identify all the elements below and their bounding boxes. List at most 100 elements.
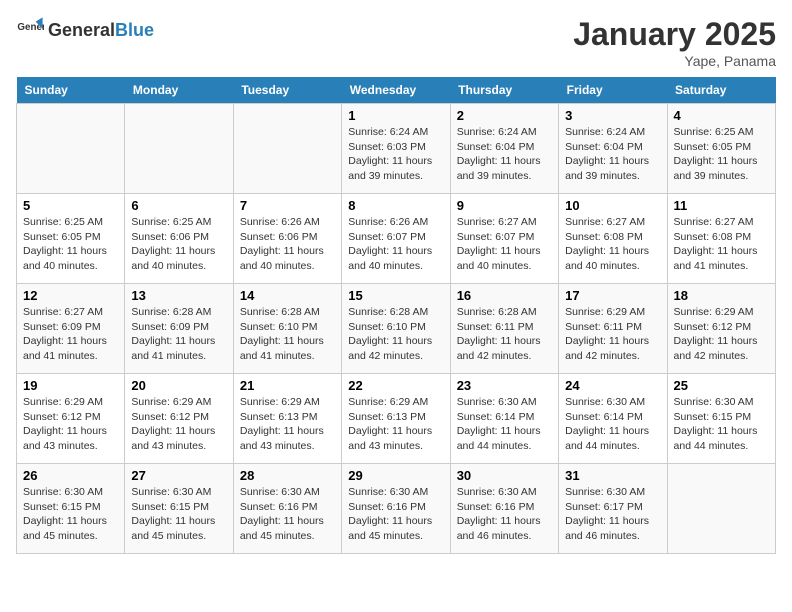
day-number: 8 xyxy=(348,198,443,213)
table-row: 18 Sunrise: 6:29 AM Sunset: 6:12 PM Dayli… xyxy=(667,284,775,374)
table-row: 8 Sunrise: 6:26 AM Sunset: 6:07 PM Daylig… xyxy=(342,194,450,284)
col-friday: Friday xyxy=(559,77,667,104)
day-info: Sunrise: 6:28 AM Sunset: 6:10 PM Dayligh… xyxy=(348,305,443,364)
table-row xyxy=(667,464,775,554)
day-info: Sunrise: 6:27 AM Sunset: 6:08 PM Dayligh… xyxy=(565,215,660,274)
title-block: January 2025 Yape, Panama xyxy=(573,16,776,69)
day-info: Sunrise: 6:24 AM Sunset: 6:04 PM Dayligh… xyxy=(457,125,552,184)
day-number: 16 xyxy=(457,288,552,303)
table-row: 15 Sunrise: 6:28 AM Sunset: 6:10 PM Dayli… xyxy=(342,284,450,374)
day-number: 21 xyxy=(240,378,335,393)
page-header: General GeneralBlue January 2025 Yape, P… xyxy=(16,16,776,69)
table-row: 3 Sunrise: 6:24 AM Sunset: 6:04 PM Daylig… xyxy=(559,104,667,194)
day-number: 1 xyxy=(348,108,443,123)
day-info: Sunrise: 6:30 AM Sunset: 6:17 PM Dayligh… xyxy=(565,485,660,544)
day-info: Sunrise: 6:28 AM Sunset: 6:10 PM Dayligh… xyxy=(240,305,335,364)
day-info: Sunrise: 6:25 AM Sunset: 6:05 PM Dayligh… xyxy=(23,215,118,274)
table-row: 10 Sunrise: 6:27 AM Sunset: 6:08 PM Dayli… xyxy=(559,194,667,284)
day-info: Sunrise: 6:29 AM Sunset: 6:13 PM Dayligh… xyxy=(240,395,335,454)
day-number: 13 xyxy=(131,288,226,303)
day-number: 29 xyxy=(348,468,443,483)
table-row: 16 Sunrise: 6:28 AM Sunset: 6:11 PM Dayli… xyxy=(450,284,558,374)
table-row: 6Sunrise: 6:25 AM Sunset: 6:06 PM Daylig… xyxy=(125,194,233,284)
day-info: Sunrise: 6:26 AM Sunset: 6:06 PM Dayligh… xyxy=(240,215,335,274)
table-row: 30 Sunrise: 6:30 AM Sunset: 6:16 PM Dayli… xyxy=(450,464,558,554)
day-info: Sunrise: 6:28 AM Sunset: 6:09 PM Dayligh… xyxy=(131,305,226,364)
day-info: Sunrise: 6:30 AM Sunset: 6:16 PM Dayligh… xyxy=(240,485,335,544)
day-number: 12 xyxy=(23,288,118,303)
day-info: Sunrise: 6:26 AM Sunset: 6:07 PM Dayligh… xyxy=(348,215,443,274)
calendar-header-row: Sunday Monday Tuesday Wednesday Thursday… xyxy=(17,77,776,104)
day-number: 24 xyxy=(565,378,660,393)
col-sunday: Sunday xyxy=(17,77,125,104)
day-info: Sunrise: 6:27 AM Sunset: 6:08 PM Dayligh… xyxy=(674,215,769,274)
day-number: 30 xyxy=(457,468,552,483)
day-info: Sunrise: 6:27 AM Sunset: 6:07 PM Dayligh… xyxy=(457,215,552,274)
day-number: 11 xyxy=(674,198,769,213)
day-info: Sunrise: 6:30 AM Sunset: 6:14 PM Dayligh… xyxy=(457,395,552,454)
day-info: Sunrise: 6:30 AM Sunset: 6:14 PM Dayligh… xyxy=(565,395,660,454)
calendar-table: Sunday Monday Tuesday Wednesday Thursday… xyxy=(16,77,776,554)
day-info: Sunrise: 6:29 AM Sunset: 6:12 PM Dayligh… xyxy=(131,395,226,454)
table-row: 25 Sunrise: 6:30 AM Sunset: 6:15 PM Dayli… xyxy=(667,374,775,464)
table-row: 20Sunrise: 6:29 AM Sunset: 6:12 PM Dayli… xyxy=(125,374,233,464)
table-row: 2 Sunrise: 6:24 AM Sunset: 6:04 PM Daylig… xyxy=(450,104,558,194)
table-row: 28 Sunrise: 6:30 AM Sunset: 6:16 PM Dayli… xyxy=(233,464,341,554)
table-row xyxy=(17,104,125,194)
day-number: 17 xyxy=(565,288,660,303)
day-info: Sunrise: 6:29 AM Sunset: 6:13 PM Dayligh… xyxy=(348,395,443,454)
day-info: Sunrise: 6:24 AM Sunset: 6:04 PM Dayligh… xyxy=(565,125,660,184)
table-row: 21 Sunrise: 6:29 AM Sunset: 6:13 PM Dayli… xyxy=(233,374,341,464)
day-info: Sunrise: 6:29 AM Sunset: 6:12 PM Dayligh… xyxy=(23,395,118,454)
day-number: 3 xyxy=(565,108,660,123)
logo-general: General xyxy=(48,20,115,40)
col-wednesday: Wednesday xyxy=(342,77,450,104)
day-number: 23 xyxy=(457,378,552,393)
day-number: 9 xyxy=(457,198,552,213)
day-info: Sunrise: 6:25 AM Sunset: 6:05 PM Dayligh… xyxy=(674,125,769,184)
logo-blue: Blue xyxy=(115,20,154,40)
day-number: 14 xyxy=(240,288,335,303)
day-info: Sunrise: 6:29 AM Sunset: 6:12 PM Dayligh… xyxy=(674,305,769,364)
calendar-week-row: 12 Sunrise: 6:27 AM Sunset: 6:09 PM Dayli… xyxy=(17,284,776,374)
day-info: Sunrise: 6:30 AM Sunset: 6:15 PM Dayligh… xyxy=(131,485,226,544)
day-info: Sunrise: 6:27 AM Sunset: 6:09 PM Dayligh… xyxy=(23,305,118,364)
calendar-week-row: 1Sunrise: 6:24 AM Sunset: 6:03 PM Daylig… xyxy=(17,104,776,194)
day-number: 25 xyxy=(674,378,769,393)
table-row: 11 Sunrise: 6:27 AM Sunset: 6:08 PM Dayli… xyxy=(667,194,775,284)
day-number: 27 xyxy=(131,468,226,483)
day-info: Sunrise: 6:30 AM Sunset: 6:16 PM Dayligh… xyxy=(348,485,443,544)
day-number: 2 xyxy=(457,108,552,123)
day-number: 6 xyxy=(131,198,226,213)
day-info: Sunrise: 6:29 AM Sunset: 6:11 PM Dayligh… xyxy=(565,305,660,364)
col-tuesday: Tuesday xyxy=(233,77,341,104)
day-number: 19 xyxy=(23,378,118,393)
day-number: 4 xyxy=(674,108,769,123)
col-thursday: Thursday xyxy=(450,77,558,104)
day-number: 18 xyxy=(674,288,769,303)
location: Yape, Panama xyxy=(573,53,776,69)
day-info: Sunrise: 6:28 AM Sunset: 6:11 PM Dayligh… xyxy=(457,305,552,364)
table-row xyxy=(125,104,233,194)
day-number: 10 xyxy=(565,198,660,213)
table-row: 14 Sunrise: 6:28 AM Sunset: 6:10 PM Dayli… xyxy=(233,284,341,374)
calendar-week-row: 26Sunrise: 6:30 AM Sunset: 6:15 PM Dayli… xyxy=(17,464,776,554)
table-row: 29 Sunrise: 6:30 AM Sunset: 6:16 PM Dayli… xyxy=(342,464,450,554)
day-number: 15 xyxy=(348,288,443,303)
calendar-week-row: 5 Sunrise: 6:25 AM Sunset: 6:05 PM Daylig… xyxy=(17,194,776,284)
logo: General GeneralBlue xyxy=(16,16,154,44)
table-row: 24 Sunrise: 6:30 AM Sunset: 6:14 PM Dayli… xyxy=(559,374,667,464)
table-row: 27 Sunrise: 6:30 AM Sunset: 6:15 PM Dayli… xyxy=(125,464,233,554)
day-number: 5 xyxy=(23,198,118,213)
table-row: 5 Sunrise: 6:25 AM Sunset: 6:05 PM Daylig… xyxy=(17,194,125,284)
calendar-week-row: 19 Sunrise: 6:29 AM Sunset: 6:12 PM Dayli… xyxy=(17,374,776,464)
day-number: 28 xyxy=(240,468,335,483)
day-info: Sunrise: 6:30 AM Sunset: 6:16 PM Dayligh… xyxy=(457,485,552,544)
table-row: 19 Sunrise: 6:29 AM Sunset: 6:12 PM Dayli… xyxy=(17,374,125,464)
table-row: 4 Sunrise: 6:25 AM Sunset: 6:05 PM Daylig… xyxy=(667,104,775,194)
day-info: Sunrise: 6:30 AM Sunset: 6:15 PM Dayligh… xyxy=(674,395,769,454)
table-row: 22 Sunrise: 6:29 AM Sunset: 6:13 PM Dayli… xyxy=(342,374,450,464)
day-number: 22 xyxy=(348,378,443,393)
table-row: 17 Sunrise: 6:29 AM Sunset: 6:11 PM Dayli… xyxy=(559,284,667,374)
col-saturday: Saturday xyxy=(667,77,775,104)
